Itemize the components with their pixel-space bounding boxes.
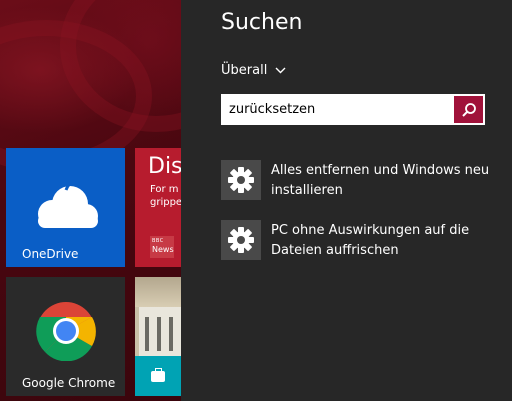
search-scope-label: Überall (221, 63, 268, 78)
search-result-label-line2: installieren (271, 183, 343, 198)
travel-tile-photo-column (145, 317, 149, 351)
search-icon (461, 102, 476, 117)
news-tile-text-line1: For m (150, 184, 179, 195)
search-button[interactable] (454, 96, 483, 123)
travel-tile-photo-roof (135, 277, 181, 307)
news-tile-title: Disc (148, 154, 181, 179)
suitcase-icon (151, 371, 165, 382)
gear-icon (221, 220, 261, 260)
search-scope-dropdown[interactable]: Überall (221, 63, 286, 78)
search-result-label: PC ohne Auswirkungen auf die Dateien auf… (271, 221, 469, 261)
tile-google-chrome[interactable]: Google Chrome (6, 277, 125, 396)
search-result-label-line1: PC ohne Auswirkungen auf die (271, 223, 470, 238)
chrome-logo-icon (36, 302, 96, 361)
tile-onedrive[interactable]: OneDrive (6, 148, 125, 267)
news-tile-text-line2: grippe (150, 197, 181, 208)
pane-title: Suchen (221, 10, 303, 35)
gear-icon (221, 160, 261, 200)
bbc-badge-line1: BBC (152, 238, 164, 244)
bbc-news-badge: BBC News (150, 236, 174, 258)
search-result-item[interactable]: Alles entfernen und Windows neu installi… (221, 160, 491, 201)
search-result-label: Alles entfernen und Windows neu installi… (271, 161, 489, 201)
search-charm-pane: Suchen Überall zurücksetzen Alles entfer… (181, 0, 512, 401)
chevron-down-icon (275, 63, 286, 78)
bbc-badge-line2: News (152, 245, 174, 254)
search-box (221, 94, 485, 125)
search-input[interactable] (221, 94, 454, 125)
tile-onedrive-label: OneDrive (22, 247, 79, 261)
search-result-label-line1: Alles entfernen und Windows neu (271, 163, 490, 178)
tile-chrome-label: Google Chrome (22, 376, 116, 390)
start-screen-background: OneDrive Google Chrome Disc For m grippe… (0, 0, 181, 401)
tile-travel[interactable] (135, 277, 181, 396)
search-result-label-line2: Dateien auffrischen (271, 243, 399, 258)
tile-news[interactable]: Disc For m grippe BBC News (135, 148, 181, 267)
search-result-item[interactable]: PC ohne Auswirkungen auf die Dateien auf… (221, 220, 491, 261)
travel-tile-photo-column (157, 317, 161, 351)
travel-tile-photo-column (169, 317, 173, 351)
cloud-icon (38, 176, 103, 228)
news-tile-text: For m grippe (150, 183, 181, 209)
